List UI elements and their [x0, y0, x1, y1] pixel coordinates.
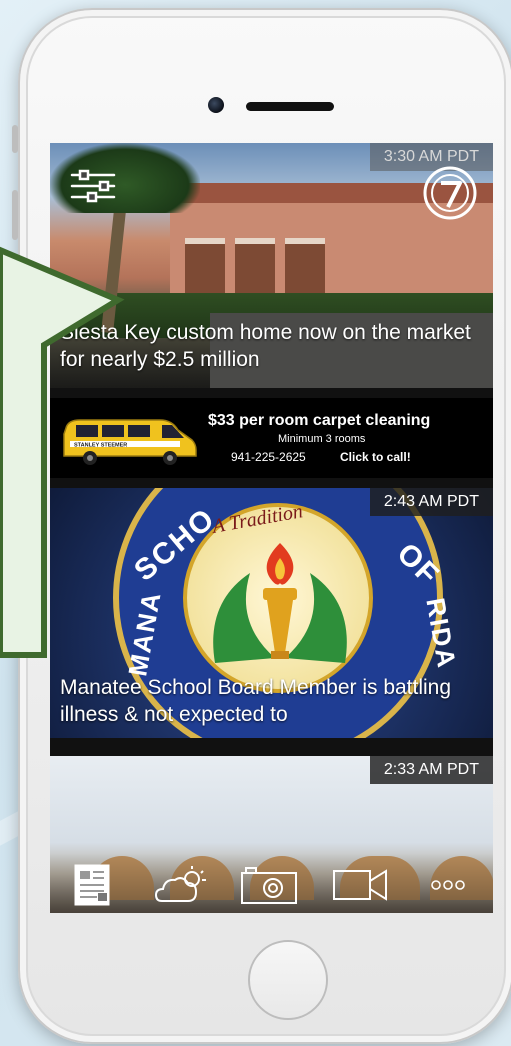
callout-arrow	[0, 246, 125, 658]
